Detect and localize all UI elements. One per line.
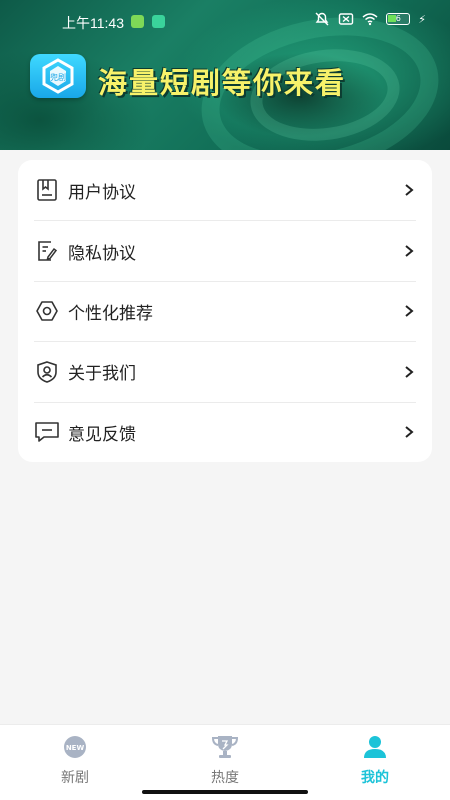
status-time: 上午11:43 — [62, 15, 124, 31]
home-indicator[interactable] — [142, 790, 308, 794]
feedback-message-icon — [34, 419, 60, 445]
chevron-right-icon — [405, 366, 414, 378]
notification-app-icon — [131, 15, 144, 28]
menu-item-about-us[interactable]: 关于我们 — [34, 341, 416, 401]
header-banner: 上午11:43 6 ⚡ 兜剧 海量短剧等你来看 — [0, 0, 450, 150]
banner-title: 海量短剧等你来看 — [98, 66, 347, 100]
menu-item-feedback[interactable]: 意见反馈 — [34, 401, 416, 462]
menu-item-label: 关于我们 — [68, 364, 136, 385]
notification-shield-icon — [152, 15, 165, 28]
battery-icon: 6 — [386, 13, 411, 25]
status-indicators: 6 ⚡ — [314, 12, 426, 26]
settings-menu: 用户协议 隐私协议 个性化推荐 关于我们 意见反馈 — [18, 160, 432, 462]
menu-item-label: 隐私协议 — [68, 243, 136, 264]
logo-hexagon-icon: 兜剧 — [42, 58, 74, 94]
trophy-icon — [210, 733, 240, 761]
chevron-right-icon — [405, 305, 414, 318]
app-logo: 兜剧 — [30, 54, 86, 98]
charging-icon: ⚡ — [418, 12, 426, 26]
menu-item-personalized-recommendation[interactable]: 个性化推荐 — [34, 280, 416, 341]
tab-popularity[interactable]: 热度 — [150, 725, 300, 800]
logo-text: 兜剧 — [50, 72, 66, 82]
menu-item-label: 用户协议 — [68, 182, 136, 203]
privacy-doc-icon — [34, 238, 60, 264]
menu-item-privacy-agreement[interactable]: 隐私协议 — [34, 220, 416, 280]
chevron-right-icon — [405, 184, 414, 196]
menu-item-label: 意见反馈 — [68, 424, 136, 445]
battery-level: 6 — [395, 14, 401, 23]
tab-label: 新剧 — [61, 770, 89, 786]
agreement-icon — [34, 177, 60, 203]
tab-label: 热度 — [211, 770, 239, 786]
user-icon — [360, 733, 390, 761]
tab-label: 我的 — [361, 770, 389, 786]
tab-new-drama[interactable]: NEW 新剧 — [0, 725, 150, 800]
status-bar: 上午11:43 6 ⚡ — [0, 0, 450, 42]
tab-mine[interactable]: 我的 — [300, 725, 450, 800]
new-badge-icon: NEW — [60, 733, 90, 761]
chevron-right-icon — [405, 245, 414, 257]
mute-bell-icon — [315, 12, 329, 26]
shield-user-icon — [34, 359, 60, 385]
settings-gear-icon — [34, 298, 60, 324]
chevron-right-icon — [405, 426, 414, 439]
menu-item-user-agreement[interactable]: 用户协议 — [34, 160, 416, 220]
wifi-icon — [362, 13, 378, 26]
menu-item-label: 个性化推荐 — [68, 303, 153, 324]
no-sim-icon — [339, 13, 354, 25]
bottom-tab-bar: NEW 新剧 热度 我的 — [0, 724, 450, 800]
svg-text:NEW: NEW — [66, 744, 85, 752]
